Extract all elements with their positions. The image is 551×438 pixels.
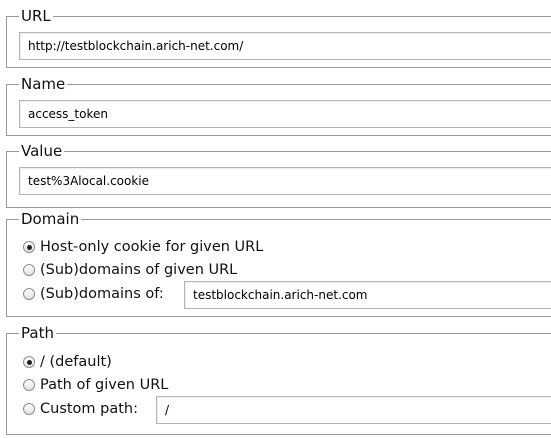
url-legend: URL xyxy=(19,7,53,25)
custom-path-input[interactable]: / xyxy=(156,396,551,424)
domain-group: Domain Host-only cookie for given URL (S… xyxy=(6,210,551,317)
radio-button-icon[interactable] xyxy=(23,403,35,415)
path-option-label: Path of given URL xyxy=(40,377,169,393)
value-input[interactable]: test%3Alocal.cookie xyxy=(19,167,551,195)
path-option-custom[interactable]: Custom path: xyxy=(23,398,138,420)
url-group: URL http://testblockchain.arich-net.com/ xyxy=(6,7,551,68)
value-group: Value test%3Alocal.cookie xyxy=(6,142,551,208)
path-option-label: / (default) xyxy=(40,354,112,370)
radio-button-icon[interactable] xyxy=(23,356,35,368)
path-option-given-url[interactable]: Path of given URL xyxy=(23,374,168,396)
url-input[interactable]: http://testblockchain.arich-net.com/ xyxy=(19,32,551,60)
name-group: Name access_token xyxy=(6,75,551,136)
radio-button-icon[interactable] xyxy=(23,288,35,300)
domain-option-label: (Sub)domains of: xyxy=(40,286,164,302)
path-legend: Path xyxy=(19,324,56,342)
name-legend: Name xyxy=(19,75,68,93)
path-group: Path / (default) Path of given URL Custo… xyxy=(6,324,551,435)
name-input[interactable]: access_token xyxy=(19,100,551,128)
domain-option-subdomains-of-url[interactable]: (Sub)domains of given URL xyxy=(23,259,237,281)
domain-option-host-only[interactable]: Host-only cookie for given URL xyxy=(23,236,263,258)
domain-option-label: (Sub)domains of given URL xyxy=(40,262,238,278)
value-legend: Value xyxy=(19,142,65,160)
domain-option-subdomains-of-custom[interactable]: (Sub)domains of: xyxy=(23,283,164,305)
path-option-label: Custom path: xyxy=(40,401,139,417)
domain-legend: Domain xyxy=(19,210,82,228)
radio-button-icon[interactable] xyxy=(23,241,35,253)
custom-domain-input[interactable]: testblockchain.arich-net.com xyxy=(184,281,551,309)
domain-option-label: Host-only cookie for given URL xyxy=(40,239,264,255)
radio-button-icon[interactable] xyxy=(23,264,35,276)
path-option-default[interactable]: / (default) xyxy=(23,351,112,373)
radio-button-icon[interactable] xyxy=(23,379,35,391)
